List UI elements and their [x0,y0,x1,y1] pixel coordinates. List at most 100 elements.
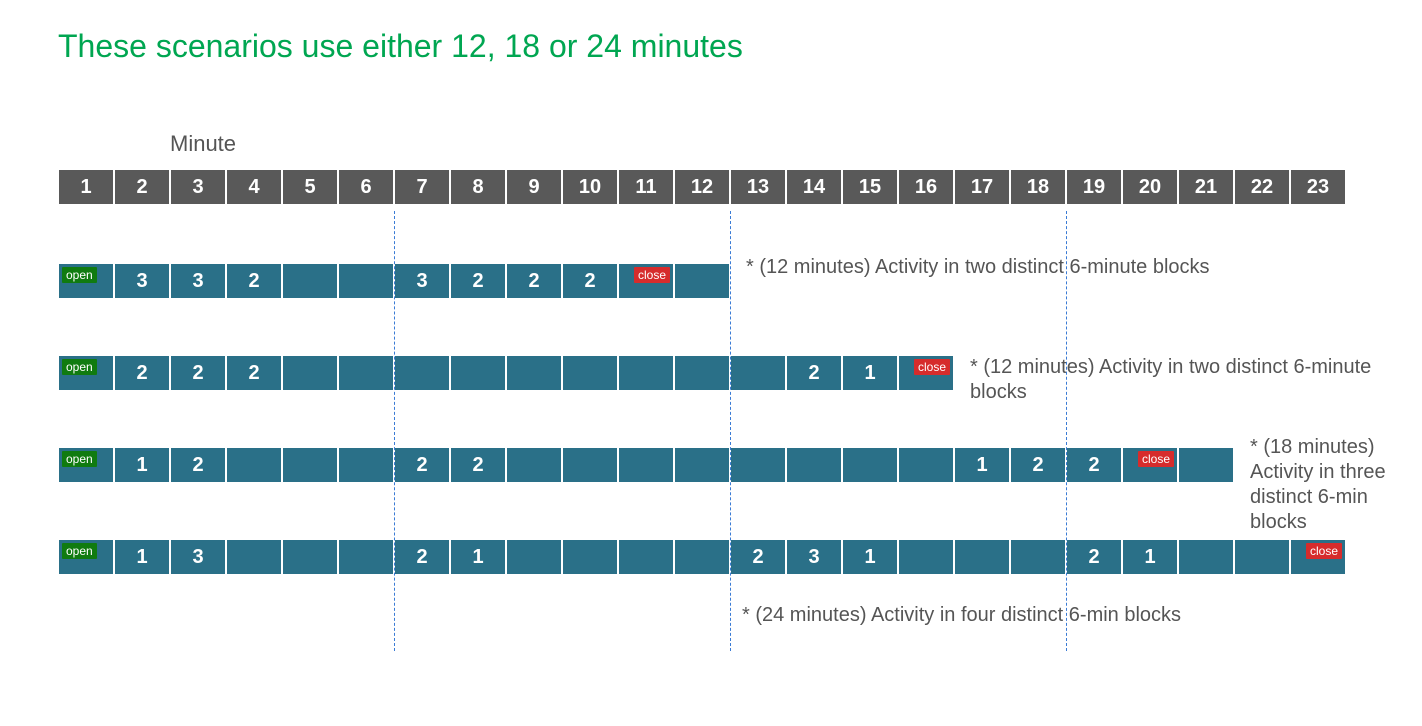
scenario-cell: 2 [114,355,170,391]
minute-header-cell: 6 [338,169,394,205]
scenario-cell: 2 [450,263,506,299]
scenario-cell [730,355,786,391]
minute-header-cell: 18 [1010,169,1066,205]
scenario-cell: 3 [394,263,450,299]
scenario-cell: 3 [170,263,226,299]
minute-header-cell: 20 [1122,169,1178,205]
six-minute-divider [730,211,731,651]
scenario-cell: 2 [226,355,282,391]
close-tag: close [634,267,670,283]
scenario-cell: 2 [170,447,226,483]
scenario-caption: * (12 minutes) Activity in two distinct … [746,255,1398,280]
minute-header-cell: 13 [730,169,786,205]
scenario-cell [898,447,954,483]
minute-header-cell: 5 [282,169,338,205]
minute-header-cell: 11 [618,169,674,205]
minute-header-cell: 7 [394,169,450,205]
scenario-cell [506,355,562,391]
scenario-cell [282,263,338,299]
scenario-cell: 2 [170,355,226,391]
scenario-cell: 2 [730,539,786,575]
minute-header-cell: 19 [1066,169,1122,205]
scenario-cell: 1 [114,539,170,575]
scenario-cell [282,447,338,483]
minute-header-cell: 21 [1178,169,1234,205]
open-tag: open [62,267,97,283]
minute-header-cell: 14 [786,169,842,205]
scenario-cell [898,539,954,575]
scenario-caption: * (24 minutes) Activity in four distinct… [742,603,1262,628]
open-tag: open [62,359,97,375]
six-minute-divider [1066,211,1067,651]
minute-header-cell: 16 [898,169,954,205]
scenario-cell [618,447,674,483]
scenario-cell [282,355,338,391]
close-tag: close [1138,451,1174,467]
scenario-cell [1010,539,1066,575]
scenario-cell: 1 [842,355,898,391]
scenario-caption: * (12 minutes) Activity in two distinct … [970,355,1398,405]
minute-header-cell: 17 [954,169,1010,205]
open-tag: open [62,543,97,559]
minute-header-cell: 4 [226,169,282,205]
scenario-cell: 2 [1066,447,1122,483]
open-tag: open [62,451,97,467]
scenario-cell: 2 [506,263,562,299]
scenario-cell [674,539,730,575]
scenario-cell [730,447,786,483]
scenario-cell [618,539,674,575]
scenario-cell [338,263,394,299]
scenario-cell [394,355,450,391]
scenario-cell [506,539,562,575]
scenario-cell: 2 [1066,539,1122,575]
scenario-cell: 2 [562,263,618,299]
scenario-cell [674,263,730,299]
scenario-cell [842,447,898,483]
scenario-cell [674,355,730,391]
scenario-cell [562,355,618,391]
scenario-cell: 3 [114,263,170,299]
scenario-cell [226,539,282,575]
close-tag: close [1306,543,1342,559]
scenario-caption: * (18 minutes) Activity in three distinc… [1250,435,1398,535]
scenario-cell: 2 [1010,447,1066,483]
scenario-cell [338,539,394,575]
scenario-cell: 1 [954,447,1010,483]
scenario-cell: 2 [226,263,282,299]
scenario-cell [954,539,1010,575]
scenario-cell: 2 [786,355,842,391]
scenario-cell [1178,539,1234,575]
minute-header-cell: 2 [114,169,170,205]
scenario-cell: 2 [394,539,450,575]
scenario-cell: 1 [1122,539,1178,575]
scenario-cell [338,355,394,391]
scenario-cell: 1 [114,447,170,483]
scenario-cell: 1 [842,539,898,575]
scenario-cell: 3 [170,539,226,575]
minute-header-cell: 10 [562,169,618,205]
minute-header-cell: 1 [58,169,114,205]
six-minute-divider [394,211,395,651]
scenario-cell: 3 [786,539,842,575]
close-tag: close [914,359,950,375]
page-title: These scenarios use either 12, 18 or 24 … [58,28,743,65]
scenario-cell [338,447,394,483]
minute-header-cell: 12 [674,169,730,205]
scenario-cell [618,355,674,391]
scenario-cell [226,447,282,483]
minute-header-cell: 9 [506,169,562,205]
scenario-cell [1178,447,1234,483]
scenario-cell [450,355,506,391]
scenario-cell [282,539,338,575]
scenario-cell [562,447,618,483]
scenario-cell: 2 [394,447,450,483]
minute-axis-label: Minute [170,131,236,157]
minute-header-cell: 3 [170,169,226,205]
diagram-page: These scenarios use either 12, 18 or 24 … [0,0,1422,726]
scenario-cell [562,539,618,575]
minute-header-cell: 22 [1234,169,1290,205]
scenario-cell: 2 [450,447,506,483]
scenario-cell [1234,539,1290,575]
scenario-cell [506,447,562,483]
minute-header-cell: 8 [450,169,506,205]
